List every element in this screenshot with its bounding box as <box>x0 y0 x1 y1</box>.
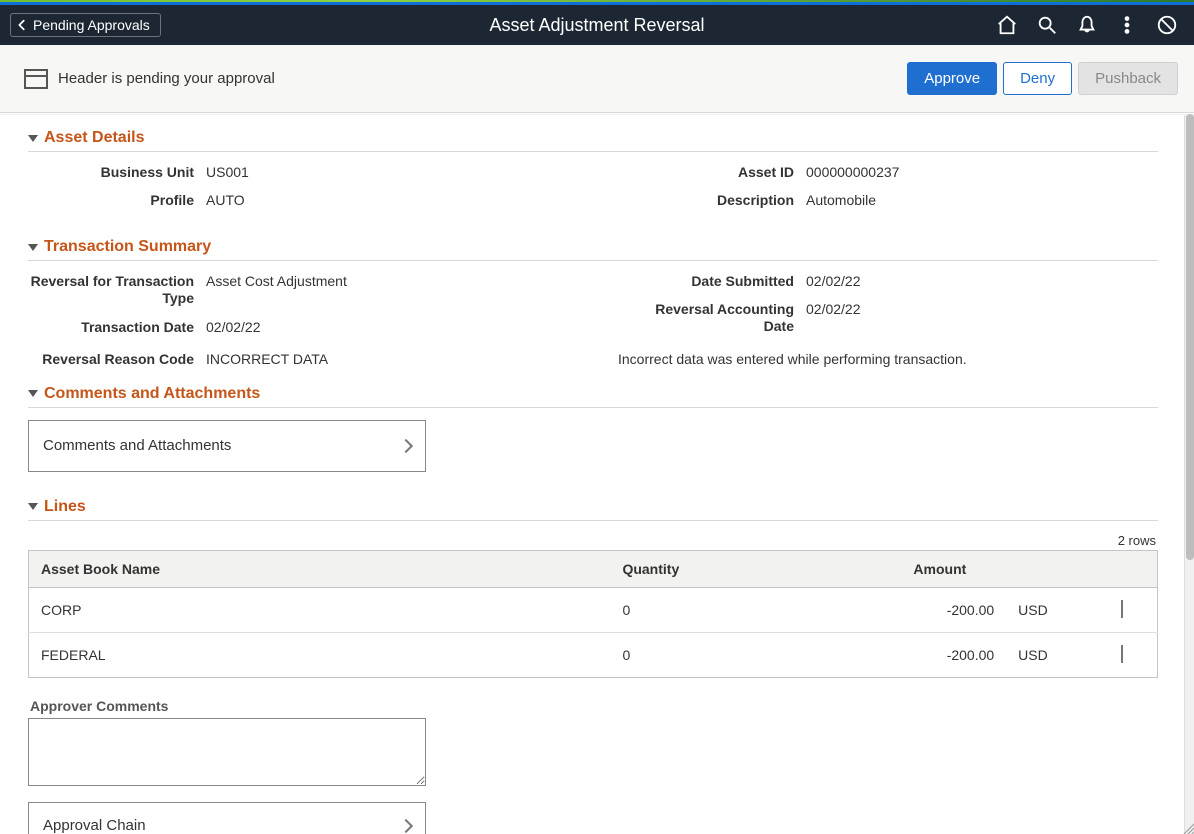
action-button-row: Approve Deny Pushback <box>907 62 1178 95</box>
value-transaction-date: 02/02/22 <box>206 319 261 335</box>
cell-quantity: 0 <box>610 632 901 677</box>
label-transaction-date: Transaction Date <box>28 319 206 335</box>
table-row[interactable]: FEDERAL 0 -200.00 USD <box>29 632 1158 677</box>
section-comments-toggle[interactable]: Comments and Attachments <box>28 385 1158 408</box>
approve-button[interactable]: Approve <box>907 62 997 95</box>
cell-amount: -200.00 <box>901 587 1006 632</box>
value-reversal-type: Asset Cost Adjustment <box>206 273 347 289</box>
label-asset-id: Asset ID <box>628 164 806 180</box>
comments-attachments-tile-label: Comments and Attachments <box>43 437 231 454</box>
section-transaction-summary-title: Transaction Summary <box>44 238 211 256</box>
cell-currency: USD <box>1006 587 1087 632</box>
cell-quantity: 0 <box>610 587 901 632</box>
search-icon[interactable] <box>1036 14 1058 36</box>
col-header-amount[interactable]: Amount <box>901 550 1087 587</box>
subheader: Header is pending your approval Approve … <box>0 45 1194 113</box>
approval-chain-tile[interactable]: Approval Chain <box>28 802 426 834</box>
cell-book-name: FEDERAL <box>29 632 611 677</box>
document-icon <box>24 69 48 89</box>
asset-details-grid: Business Unit US001 Profile AUTO Asset I… <box>28 164 1158 220</box>
navbar: Pending Approvals Asset Adjustment Rever… <box>0 5 1194 45</box>
label-description: Description <box>628 192 806 208</box>
col-header-nav <box>1088 550 1158 587</box>
pushback-button: Pushback <box>1078 62 1178 95</box>
scrollbar-thumb[interactable] <box>1186 114 1194 560</box>
label-reversal-type: Reversal for Transaction Type <box>28 273 206 307</box>
chevron-left-icon <box>15 18 29 32</box>
col-header-quantity[interactable]: Quantity <box>610 550 901 587</box>
cell-currency: USD <box>1006 632 1087 677</box>
label-profile: Profile <box>28 192 206 208</box>
value-business-unit: US001 <box>206 164 249 180</box>
back-button-label: Pending Approvals <box>33 17 150 33</box>
section-asset-details-toggle[interactable]: Asset Details <box>28 129 1158 152</box>
chevron-right-icon <box>399 819 413 833</box>
caret-down-icon <box>28 135 38 142</box>
caret-down-icon <box>28 503 38 510</box>
caret-down-icon <box>28 244 38 251</box>
approval-message-group: Header is pending your approval <box>24 69 275 89</box>
approval-chain-tile-label: Approval Chain <box>43 817 146 834</box>
deny-button[interactable]: Deny <box>1003 62 1072 95</box>
nav-end-icon[interactable] <box>1156 14 1178 36</box>
section-asset-details-title: Asset Details <box>44 129 145 147</box>
comments-attachments-tile[interactable]: Comments and Attachments <box>28 420 426 472</box>
cell-book-name: CORP <box>29 587 611 632</box>
table-row[interactable]: CORP 0 -200.00 USD <box>29 587 1158 632</box>
transaction-summary-grid: Reversal for Transaction Type Asset Cost… <box>28 273 1158 347</box>
back-button[interactable]: Pending Approvals <box>10 13 161 37</box>
section-transaction-summary-toggle[interactable]: Transaction Summary <box>28 238 1158 261</box>
value-reversal-reason: INCORRECT DATA <box>206 351 328 367</box>
value-asset-id: 000000000237 <box>806 164 899 180</box>
page-title: Asset Adjustment Reversal <box>489 15 704 36</box>
value-date-submitted: 02/02/22 <box>806 273 861 289</box>
section-lines-toggle[interactable]: Lines <box>28 498 1158 521</box>
caret-down-icon <box>28 390 38 397</box>
chevron-right-icon <box>1121 600 1123 618</box>
section-comments-title: Comments and Attachments <box>44 385 260 403</box>
approver-comments-input[interactable] <box>28 718 426 786</box>
label-date-submitted: Date Submitted <box>628 273 806 289</box>
value-description: Automobile <box>806 192 876 208</box>
value-reversal-accounting-date: 02/02/22 <box>806 301 861 317</box>
col-header-book-name[interactable]: Asset Book Name <box>29 550 611 587</box>
value-profile: AUTO <box>206 192 245 208</box>
navbar-icon-group <box>996 14 1194 36</box>
row-detail-button[interactable] <box>1088 632 1158 677</box>
approval-message: Header is pending your approval <box>58 70 275 87</box>
cell-amount: -200.00 <box>901 632 1006 677</box>
section-lines-title: Lines <box>44 498 86 516</box>
lines-row-count: 2 rows <box>28 533 1156 548</box>
reversal-reason-line: Reversal Reason Code INCORRECT DATA Inco… <box>28 351 1158 367</box>
actions-menu-icon[interactable] <box>1116 14 1138 36</box>
notifications-icon[interactable] <box>1076 14 1098 36</box>
label-approver-comments: Approver Comments <box>30 698 1158 714</box>
chevron-right-icon <box>399 439 413 453</box>
lines-table: Asset Book Name Quantity Amount CORP 0 -… <box>28 550 1158 678</box>
row-detail-button[interactable] <box>1088 587 1158 632</box>
chevron-right-icon <box>1121 645 1123 663</box>
content-scroll-area[interactable]: Asset Details Business Unit US001 Profil… <box>0 114 1186 834</box>
label-reversal-accounting-date: Reversal Accounting Date <box>628 301 806 335</box>
home-icon[interactable] <box>996 14 1018 36</box>
label-business-unit: Business Unit <box>28 164 206 180</box>
value-reversal-note: Incorrect data was entered while perform… <box>588 351 967 367</box>
label-reversal-reason: Reversal Reason Code <box>28 351 206 367</box>
